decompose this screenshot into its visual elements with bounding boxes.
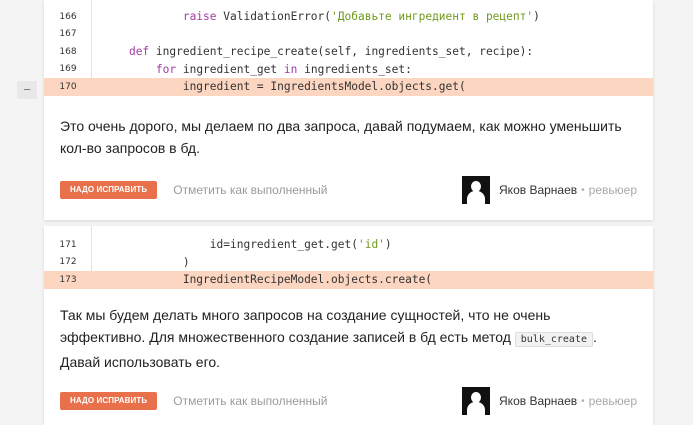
line-number: 170: [59, 81, 77, 92]
mark-done-link[interactable]: Отметить как выполненный: [173, 183, 327, 197]
code-text: IngredientRecipeModel.objects.create(: [182, 273, 433, 287]
code-snippet-1: 166 raise ValidationError('Добавьте ингр…: [44, 0, 653, 96]
comment-author: Яков Варнаев • ревьюер: [462, 176, 637, 204]
review-comment-2: Так мы будем делать много запросов на со…: [44, 295, 653, 425]
author-name: Яков Варнаев: [499, 394, 578, 408]
separator-dot: •: [581, 395, 585, 407]
line-number: 171: [59, 239, 77, 250]
code-line[interactable]: 173 IngredientRecipeModel.objects.create…: [44, 271, 653, 289]
comment-text-before: Так мы будем делать много запросов на со…: [60, 307, 551, 345]
comment-actions: НАДО ИСПРАВИТЬ Отметить как выполненный …: [60, 176, 637, 204]
review-thread-1: 166 raise ValidationError('Добавьте ингр…: [44, 0, 653, 220]
needs-fix-badge[interactable]: НАДО ИСПРАВИТЬ: [60, 392, 158, 410]
comment-text: Это очень дорого, мы делаем по два запро…: [60, 118, 622, 156]
code-text: for ingredient_get in ingredients_set:: [155, 62, 412, 76]
mark-done-link[interactable]: Отметить как выполненный: [173, 394, 327, 408]
comment-author: Яков Варнаев • ревьюер: [462, 387, 637, 415]
code-line[interactable]: 166 raise ValidationError('Добавьте ингр…: [44, 8, 653, 26]
line-number: 168: [59, 46, 77, 57]
author-role: ревьюер: [588, 183, 637, 197]
needs-fix-badge[interactable]: НАДО ИСПРАВИТЬ: [60, 181, 158, 199]
review-comment-1: Это очень дорого, мы делаем по два запро…: [44, 110, 653, 220]
author-name: Яков Варнаев: [499, 183, 578, 197]
review-thread-2: 171 id=ingredient_get.get('id') 172 ) 173 …: [44, 226, 653, 425]
author-role: ревьюер: [588, 394, 637, 408]
code-line[interactable]: 172 ): [44, 254, 653, 272]
code-line[interactable]: 168 def ingredient_recipe_create(self, i…: [44, 43, 653, 61]
line-number: 169: [59, 64, 77, 75]
code-text: raise ValidationError('Добавьте ингредие…: [182, 10, 540, 24]
code-text: id=ingredient_get.get('id'): [209, 238, 392, 252]
line-number: 166: [59, 11, 77, 22]
code-text: ingredient = IngredientsModel.objects.ge…: [182, 80, 466, 94]
comment-text: Так мы будем делать много запросов на со…: [60, 295, 637, 373]
code-line[interactable]: 169 for ingredient_get in ingredients_se…: [44, 61, 653, 79]
code-line[interactable]: 167: [44, 26, 653, 44]
code-snippet-2: 171 id=ingredient_get.get('id') 172 ) 173 …: [44, 226, 653, 289]
code-text: def ingredient_recipe_create(self, ingre…: [128, 45, 534, 59]
code-line[interactable]: 171 id=ingredient_get.get('id'): [44, 236, 653, 254]
comment-actions: НАДО ИСПРАВИТЬ Отметить как выполненный …: [60, 387, 637, 415]
user-silhouette-icon: [462, 387, 491, 415]
line-number: 173: [59, 274, 77, 285]
separator-dot: •: [581, 184, 585, 196]
code-text: ): [182, 255, 190, 269]
line-number: 172: [59, 257, 77, 268]
code-line[interactable]: 170 ingredient = IngredientsModel.object…: [44, 78, 653, 96]
user-silhouette-icon: [462, 176, 491, 204]
inline-code: bulk_create: [514, 332, 593, 347]
line-number: 167: [59, 29, 77, 40]
collapse-thread-button[interactable]: −: [17, 81, 37, 99]
